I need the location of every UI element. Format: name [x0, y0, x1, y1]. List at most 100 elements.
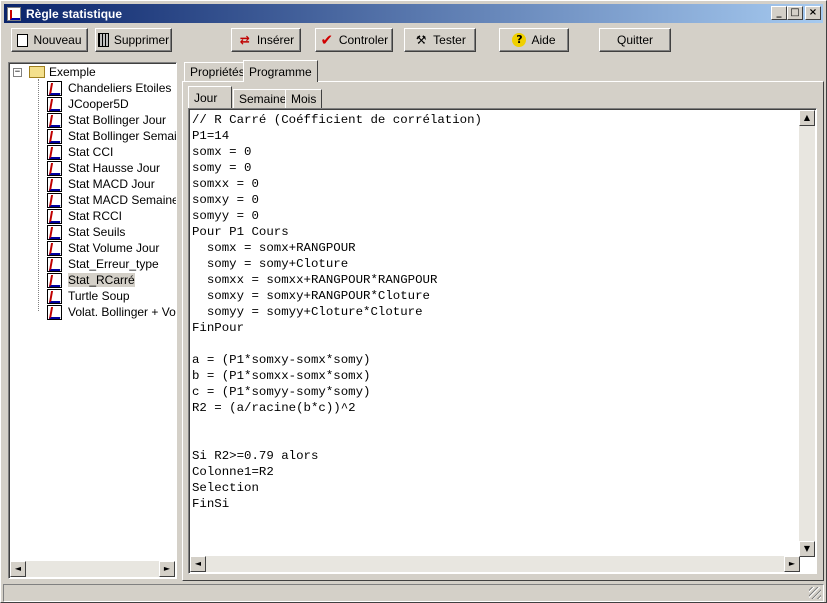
tree-root-label: Exemple: [49, 65, 96, 79]
checkmark-icon: ✔: [320, 31, 334, 49]
new-document-icon: [17, 33, 29, 47]
aide-button[interactable]: ? Aide: [499, 28, 569, 52]
tab-programme-label: Programme: [249, 64, 312, 79]
tree-item-label: Stat MACD Jour: [68, 177, 155, 191]
tree-item[interactable]: Stat RCCI: [9, 208, 176, 224]
tree-item[interactable]: Volat. Bollinger + Volur: [9, 304, 177, 320]
controler-label: Controler: [338, 33, 389, 47]
rule-icon: [47, 113, 62, 128]
rule-icon: [47, 289, 62, 304]
tree-item-label: Stat MACD Semaine: [68, 193, 177, 207]
editor-scroll-left-icon[interactable]: ◄: [190, 556, 206, 572]
tree-item-label: Stat_Erreur_type: [68, 257, 159, 271]
nouveau-button[interactable]: Nouveau: [11, 28, 88, 52]
maximize-button[interactable]: □: [787, 6, 803, 20]
rule-tree[interactable]: − Exemple Chandeliers Etoiles JCooper5D St…: [8, 62, 177, 579]
quitter-label: Quitter: [616, 33, 653, 47]
inserer-button[interactable]: ⇄ Insérer: [231, 28, 301, 52]
subtab-semaine[interactable]: Semaine: [233, 89, 293, 108]
tree-item-label: Stat Bollinger Jour: [68, 113, 167, 127]
subtab-mois-label: Mois: [291, 92, 317, 106]
rule-icon: [47, 241, 62, 256]
tree-item-label: Stat RCCI: [68, 209, 123, 223]
tester-label: Tester: [433, 33, 466, 47]
rule-icon: [47, 273, 62, 288]
supprimer-label: Supprimer: [113, 33, 170, 47]
tree-horizontal-scrollbar[interactable]: ◄ ►: [10, 561, 175, 577]
editor-vertical-scrollbar[interactable]: ▲ ▼: [799, 110, 815, 557]
rule-icon: [47, 305, 62, 320]
collapse-icon[interactable]: −: [13, 68, 22, 77]
status-bar: [3, 584, 824, 602]
rule-icon: [47, 129, 62, 144]
editor-scroll-right-icon[interactable]: ►: [784, 556, 800, 572]
code-editor[interactable]: // R Carré (Coéfficient de corrélation) …: [188, 108, 817, 574]
tree-item[interactable]: Stat Bollinger Semaine: [9, 128, 177, 144]
rule-icon: [47, 81, 62, 96]
rule-icon: [47, 209, 62, 224]
rule-icon: [47, 257, 62, 272]
subtab-jour[interactable]: Jour: [188, 86, 232, 108]
tester-icon: ⚒: [415, 33, 427, 47]
subtab-mois[interactable]: Mois: [285, 89, 323, 108]
tree-item-label: Chandeliers Etoiles: [68, 81, 172, 95]
rule-icon: [47, 145, 62, 160]
tree-item-label: Turtle Soup: [68, 289, 130, 303]
nouveau-label: Nouveau: [33, 33, 82, 47]
tree-item-label: Stat CCI: [68, 145, 114, 159]
scroll-down-icon[interactable]: ▼: [799, 541, 815, 557]
tree-item[interactable]: Chandeliers Etoiles: [9, 80, 176, 96]
app-icon: [7, 6, 21, 21]
insert-icon: ⇄: [239, 33, 250, 47]
minimize-button[interactable]: _: [771, 6, 787, 20]
folder-icon: [29, 66, 45, 78]
window-title: Règle statistique: [26, 6, 123, 21]
resize-grip[interactable]: [809, 587, 821, 599]
tester-button[interactable]: ⚒ Tester: [404, 28, 476, 52]
scroll-right-icon[interactable]: ►: [159, 561, 175, 577]
editor-horizontal-scrollbar[interactable]: ◄ ►: [190, 556, 800, 572]
tree-item[interactable]: Stat Volume Jour: [9, 240, 176, 256]
tree-item[interactable]: Stat_Erreur_type: [9, 256, 176, 272]
scroll-left-icon[interactable]: ◄: [10, 561, 26, 577]
tree-item[interactable]: Stat CCI: [9, 144, 176, 160]
rule-icon: [47, 161, 62, 176]
tree-item[interactable]: JCooper5D: [9, 96, 176, 112]
tree-item-label: Stat Hausse Jour: [68, 161, 161, 175]
tree-item-label: JCooper5D: [68, 97, 129, 111]
tree-item-label: Stat Bollinger Semaine: [68, 129, 177, 143]
tab-programme[interactable]: Programme: [243, 60, 318, 82]
subtab-jour-label: Jour: [194, 90, 218, 105]
rule-icon: [47, 97, 62, 112]
tree-item[interactable]: Turtle Soup: [9, 288, 176, 304]
rule-icon: [47, 193, 62, 208]
tree-item[interactable]: Stat MACD Semaine: [9, 192, 177, 208]
rule-icon: [47, 177, 62, 192]
scroll-up-icon[interactable]: ▲: [799, 110, 815, 126]
tree-item-label: Volat. Bollinger + Volur: [68, 305, 177, 319]
code-text[interactable]: // R Carré (Coéfficient de corrélation) …: [192, 112, 482, 512]
supprimer-button[interactable]: Supprimer: [95, 28, 172, 52]
controler-button[interactable]: ✔ Controler: [315, 28, 393, 52]
tree-item-label: Stat Volume Jour: [68, 241, 160, 255]
title-bar[interactable]: Règle statistique _ □ ×: [4, 4, 823, 23]
quitter-button[interactable]: Quitter: [599, 28, 671, 52]
tab-proprietes-label: Propriétés: [190, 65, 245, 79]
tree-item[interactable]: Stat_RCarré: [9, 272, 176, 288]
tree-item[interactable]: Stat Hausse Jour: [9, 160, 176, 176]
tree-item[interactable]: Stat MACD Jour: [9, 176, 176, 192]
tab-proprietes[interactable]: Propriétés: [184, 62, 251, 81]
tree-item-label: Stat Seuils: [68, 225, 126, 239]
tree-item[interactable]: Stat Seuils: [9, 224, 176, 240]
tree-root-exemple[interactable]: − Exemple: [9, 64, 169, 80]
tree-item-label: Stat_RCarré: [68, 273, 135, 287]
tree-item[interactable]: Stat Bollinger Jour: [9, 112, 176, 128]
main-window: Règle statistique _ □ × Nouveau Supprime…: [0, 0, 827, 603]
aide-label: Aide: [531, 33, 556, 47]
toolbar: Nouveau Supprimer ⇄ Insérer ✔ Controler …: [1, 28, 826, 54]
help-icon: ?: [512, 33, 527, 47]
subtab-semaine-label: Semaine: [239, 92, 287, 106]
rule-icon: [47, 225, 62, 240]
close-button[interactable]: ×: [805, 6, 821, 20]
inserer-label: Insérer: [256, 33, 295, 47]
